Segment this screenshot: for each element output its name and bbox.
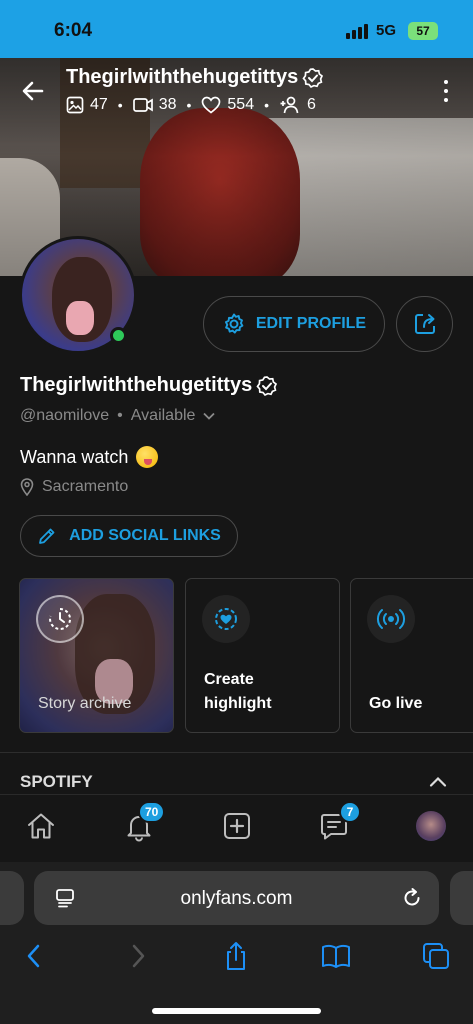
go-live-card[interactable]: Go live xyxy=(350,578,473,733)
user-plus-icon xyxy=(280,96,299,114)
handle-row: @naomilove • Available xyxy=(20,407,216,425)
messages-badge: 7 xyxy=(339,801,361,823)
reload-icon[interactable] xyxy=(400,886,424,910)
book-icon xyxy=(322,944,350,968)
image-icon xyxy=(66,96,84,114)
home-indicator xyxy=(152,1008,321,1014)
videos-count: 38 xyxy=(158,96,177,113)
bio-text: Wanna watch xyxy=(20,446,129,467)
zany-face-emoji-icon xyxy=(136,446,159,468)
add-social-links-label: ADD SOCIAL LINKS xyxy=(69,527,221,544)
status-bar: 6:04 5G 57 xyxy=(0,0,473,58)
address-bar[interactable]: onlyfans.com xyxy=(34,871,439,925)
browser-forward-button[interactable] xyxy=(122,940,154,972)
add-square-icon xyxy=(224,813,250,839)
chevron-left-icon xyxy=(27,944,40,968)
next-tab-preview[interactable] xyxy=(450,871,473,925)
gear-icon xyxy=(224,313,244,334)
url-text: onlyfans.com xyxy=(180,888,293,909)
highlight-heart-icon xyxy=(202,595,250,643)
add-social-links-button[interactable]: ADD SOCIAL LINKS xyxy=(20,515,238,557)
browser-share-button[interactable] xyxy=(220,940,252,972)
photos-stat: 47 xyxy=(66,96,108,114)
spotify-section-title: SPOTIFY xyxy=(20,772,93,791)
verified-icon xyxy=(256,375,278,396)
section-divider xyxy=(0,752,473,753)
profile-avatar-small xyxy=(416,811,446,841)
header-stats: 47 • 38 • 554 • 6 xyxy=(66,96,316,114)
header-title-text: Thegirlwiththehugetittys xyxy=(66,66,299,88)
share-icon xyxy=(414,314,435,334)
edit-profile-button[interactable]: EDIT PROFILE xyxy=(203,296,385,352)
home-icon xyxy=(28,813,54,839)
notifications-badge: 70 xyxy=(138,801,166,823)
tab-messages[interactable]: 7 xyxy=(317,801,361,843)
location-text: Sacramento xyxy=(42,478,129,495)
create-highlight-card[interactable]: Create highlight xyxy=(185,578,340,733)
browser-toolbar: onlyfans.com xyxy=(0,862,473,1024)
more-options-icon[interactable] xyxy=(438,78,454,104)
share-icon xyxy=(227,942,245,970)
availability-dropdown[interactable]: Available xyxy=(131,407,216,425)
share-profile-button[interactable] xyxy=(396,296,453,352)
verified-icon xyxy=(302,67,324,88)
tab-profile[interactable] xyxy=(414,809,448,843)
online-status-dot xyxy=(110,327,127,344)
create-highlight-label: Create highlight xyxy=(204,671,272,712)
likes-stat: 554 xyxy=(201,96,254,114)
edit-profile-label: EDIT PROFILE xyxy=(255,315,367,332)
video-icon xyxy=(132,98,153,112)
battery-icon: 57 xyxy=(408,22,438,40)
back-arrow-icon[interactable] xyxy=(20,78,46,104)
header-title: Thegirlwiththehugetittys xyxy=(66,66,324,89)
tab-add-post[interactable] xyxy=(220,809,254,843)
broadcast-icon xyxy=(367,595,415,643)
location-pin-icon xyxy=(20,478,34,496)
heart-icon xyxy=(202,96,221,114)
chevron-up-icon[interactable] xyxy=(428,772,448,792)
tab-home[interactable] xyxy=(24,809,58,843)
status-time: 6:04 xyxy=(54,20,93,41)
likes-count: 554 xyxy=(227,96,255,113)
profile-bio: Wanna watch xyxy=(20,446,159,468)
browser-back-button[interactable] xyxy=(18,940,50,972)
browser-tabs-button[interactable] xyxy=(420,940,452,972)
go-live-label: Go live xyxy=(369,695,423,712)
chevron-right-icon xyxy=(132,944,145,968)
story-archive-card[interactable]: Story archive xyxy=(19,578,174,733)
pencil-icon xyxy=(39,528,55,544)
browser-nav-row xyxy=(0,940,473,980)
tabs-icon xyxy=(423,943,449,969)
fans-stat: 6 xyxy=(279,96,316,114)
chevron-down-icon xyxy=(203,412,216,420)
fans-count: 6 xyxy=(307,96,316,113)
tab-notifications[interactable]: 70 xyxy=(122,801,166,843)
network-type: 5G xyxy=(376,22,397,39)
bottom-tab-bar: 70 7 xyxy=(0,794,473,862)
previous-tab-preview[interactable] xyxy=(0,871,24,925)
profile-name: Thegirlwiththehugetittys xyxy=(20,374,278,397)
profile-handle: @naomilove xyxy=(20,407,110,424)
story-archive-label: Story archive xyxy=(38,695,132,712)
videos-stat: 38 xyxy=(132,96,177,114)
history-icon xyxy=(36,595,84,643)
profile-name-text: Thegirlwiththehugetittys xyxy=(20,374,253,396)
photos-count: 47 xyxy=(90,96,108,113)
availability-label: Available xyxy=(130,407,196,424)
signal-icon xyxy=(346,24,368,39)
profile-location: Sacramento xyxy=(20,478,128,496)
browser-bookmarks-button[interactable] xyxy=(320,940,352,972)
